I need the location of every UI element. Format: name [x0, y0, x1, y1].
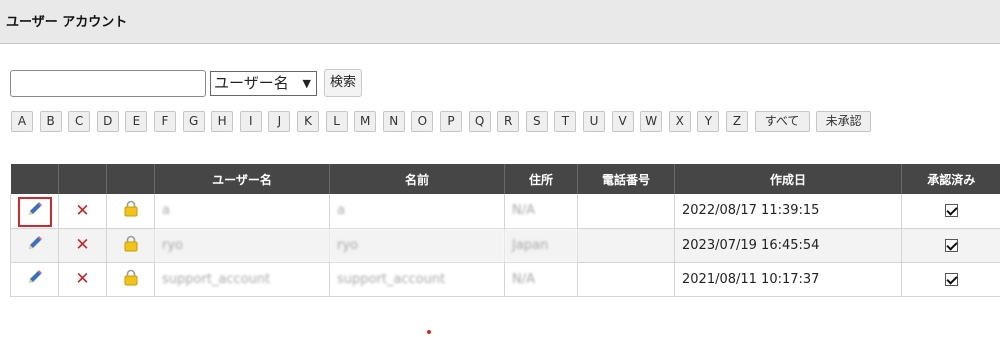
col-created-header[interactable]: 作成日	[674, 164, 902, 194]
approved-checkbox[interactable]	[944, 204, 958, 218]
cell-name: a	[329, 194, 505, 229]
delete-cell: ✕	[58, 228, 107, 263]
approved-checkbox[interactable]	[944, 272, 958, 286]
col-approved-header[interactable]: 承認済み	[901, 164, 1000, 194]
letter-filter-q-button[interactable]: Q	[468, 111, 491, 132]
letter-filter-k-button[interactable]: K	[297, 111, 319, 132]
red-dot-marker	[427, 330, 431, 334]
cell-name: ryo	[329, 228, 505, 263]
table-row: ✕ a a N/A 2022/08/17 11:39:15	[10, 194, 1000, 229]
table-row: ✕ ryo ryo Japan 2023/07/19 16:45:54	[10, 228, 1000, 263]
letter-filter-g-button[interactable]: G	[182, 111, 205, 132]
delete-cell: ✕	[58, 262, 107, 297]
delete-cell: ✕	[58, 194, 107, 229]
letter-filter-r-button[interactable]: R	[497, 111, 520, 132]
cell-address: N/A	[504, 194, 578, 229]
cell-approved	[901, 228, 1000, 263]
page-title: ユーザー アカウント	[6, 15, 128, 30]
letter-filter-h-button[interactable]: H	[211, 111, 234, 132]
cell-address: N/A	[504, 262, 578, 297]
approved-checkbox[interactable]	[944, 238, 958, 252]
letter-filter-z-button[interactable]: Z	[726, 111, 748, 132]
cell-name: support_account	[329, 262, 505, 297]
letter-filter-y-button[interactable]: Y	[697, 111, 720, 132]
edit-cell	[10, 228, 59, 263]
edit-highlight-box	[18, 197, 52, 227]
lock-cell	[106, 262, 155, 297]
letter-filter-t-button[interactable]: T	[554, 111, 577, 132]
cell-approved	[901, 262, 1000, 297]
letter-filter-a-button[interactable]: A	[11, 111, 33, 132]
x-icon[interactable]: ✕	[75, 269, 89, 289]
cell-phone	[577, 262, 675, 297]
letter-filter-all-button[interactable]: すべて	[754, 111, 810, 132]
letter-filter-w-button[interactable]: W	[640, 111, 663, 132]
col-address-header[interactable]: 住所	[504, 164, 578, 194]
top-bar: ユーザー アカウント	[0, 0, 1000, 44]
search-field-select[interactable]: ユーザー名 ▼	[210, 71, 317, 96]
table-row: ✕ support_account support_account N/A 20…	[10, 262, 1000, 297]
cell-username: a	[154, 194, 330, 229]
col-delete-header	[58, 164, 107, 194]
letter-filter-s-button[interactable]: S	[525, 111, 548, 132]
letter-filter-f-button[interactable]: F	[154, 111, 176, 132]
cell-created: 2021/08/11 10:17:37	[674, 262, 902, 297]
letter-filter-unapproved-button[interactable]: 未承認	[816, 111, 872, 132]
cell-username: ryo	[154, 228, 330, 263]
cell-created: 2022/08/17 11:39:15	[674, 194, 902, 229]
search-button[interactable]: 検索	[324, 69, 362, 97]
letter-filter-i-button[interactable]: I	[239, 111, 262, 132]
col-edit-header	[10, 164, 59, 194]
letter-filter-n-button[interactable]: N	[382, 111, 405, 132]
col-name-header[interactable]: 名前	[329, 164, 505, 194]
letter-filter-v-button[interactable]: V	[611, 111, 634, 132]
x-icon[interactable]: ✕	[75, 235, 89, 255]
table-header-row: ユーザー名 名前 住所 電話番号 作成日 承認済み	[10, 164, 1000, 194]
chevron-down-icon: ▼	[302, 77, 311, 90]
pencil-icon[interactable]	[26, 234, 44, 256]
cell-address: Japan	[504, 228, 578, 263]
letter-filter-c-button[interactable]: C	[68, 111, 91, 132]
letter-filter-o-button[interactable]: O	[411, 111, 434, 132]
search-field-selected: ユーザー名	[214, 74, 289, 92]
cell-phone	[577, 194, 675, 229]
padlock-icon[interactable]	[124, 200, 138, 221]
col-phone-header[interactable]: 電話番号	[577, 164, 675, 194]
cell-created: 2023/07/19 16:45:54	[674, 228, 902, 263]
padlock-icon[interactable]	[124, 269, 138, 290]
letter-filter-j-button[interactable]: J	[268, 111, 291, 132]
user-table: ユーザー名 名前 住所 電話番号 作成日 承認済み ✕ a a N/A 2022…	[10, 164, 1000, 297]
letter-filter-m-button[interactable]: M	[354, 111, 377, 132]
pencil-icon[interactable]	[26, 268, 44, 290]
search-input[interactable]	[10, 70, 206, 97]
cell-phone	[577, 228, 675, 263]
letter-filter-x-button[interactable]: X	[668, 111, 691, 132]
letter-filter-u-button[interactable]: U	[583, 111, 605, 132]
edit-cell	[10, 262, 59, 297]
letter-filter-l-button[interactable]: L	[325, 111, 348, 132]
padlock-icon[interactable]	[124, 235, 138, 256]
letter-filter-e-button[interactable]: E	[125, 111, 148, 132]
cell-approved	[901, 194, 1000, 229]
col-lock-header	[106, 164, 155, 194]
lock-cell	[106, 228, 155, 263]
letter-filter-b-button[interactable]: B	[39, 111, 62, 132]
col-username-header[interactable]: ユーザー名	[154, 164, 330, 194]
lock-cell	[106, 194, 155, 229]
x-icon[interactable]: ✕	[75, 201, 89, 221]
letter-filter-d-button[interactable]: D	[96, 111, 119, 132]
letter-filter-p-button[interactable]: P	[440, 111, 462, 132]
cell-username: support_account	[154, 262, 330, 297]
edit-cell	[10, 194, 59, 229]
